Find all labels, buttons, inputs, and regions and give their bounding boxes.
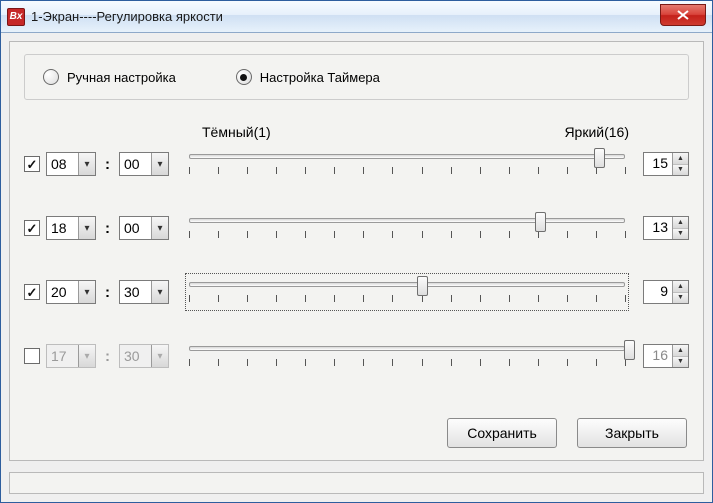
brightness-value: 9 xyxy=(644,281,672,303)
chevron-down-icon[interactable] xyxy=(151,217,168,239)
brightness-value: 15 xyxy=(644,153,672,175)
schedule-row: 20:30 9▲▼ xyxy=(24,272,689,312)
spinner-up[interactable]: ▲ xyxy=(673,281,688,293)
brightness-slider[interactable] xyxy=(185,337,629,375)
radio-icon xyxy=(43,69,59,85)
schedule-rows: 08:0015▲▼18:0013▲▼20:309▲▼17:3016▲▼ xyxy=(24,144,689,376)
minute-select[interactable]: 30 xyxy=(119,280,169,304)
radio-manual[interactable]: Ручная настройка xyxy=(43,69,176,85)
hour-select[interactable]: 08 xyxy=(46,152,96,176)
schedule-row: 18:00 13▲▼ xyxy=(24,208,689,248)
dark-label: Тёмный(1) xyxy=(202,124,271,140)
schedule-row: 08:00 15▲▼ xyxy=(24,144,689,184)
brightness-spinner[interactable]: 15▲▼ xyxy=(643,152,689,176)
client-area: Ручная настройка Настройка Таймера Тёмны… xyxy=(1,33,712,502)
slider-track xyxy=(189,282,625,287)
slider-ticks xyxy=(189,295,625,303)
hour-select[interactable]: 17 xyxy=(46,344,96,368)
close-button-label: Закрыть xyxy=(605,425,659,441)
combo-value: 20 xyxy=(47,284,78,300)
window-title: 1-Экран----Регулировка яркости xyxy=(31,9,223,24)
slider-ticks xyxy=(189,231,625,239)
enable-checkbox[interactable] xyxy=(24,348,40,364)
brightness-value: 16 xyxy=(644,345,672,367)
time-colon: : xyxy=(102,220,113,237)
time-colon: : xyxy=(102,348,113,365)
brightness-spinner[interactable]: 13▲▼ xyxy=(643,216,689,240)
app-icon: Bx xyxy=(7,8,25,26)
save-button-label: Сохранить xyxy=(467,425,537,441)
spinner-down[interactable]: ▼ xyxy=(673,293,688,304)
enable-checkbox[interactable] xyxy=(24,220,40,236)
mode-group: Ручная настройка Настройка Таймера xyxy=(24,54,689,100)
brightness-spinner[interactable]: 16▲▼ xyxy=(643,344,689,368)
enable-checkbox[interactable] xyxy=(24,156,40,172)
brightness-value: 13 xyxy=(644,217,672,239)
save-button[interactable]: Сохранить xyxy=(447,418,557,448)
spinner-down[interactable]: ▼ xyxy=(673,229,688,240)
minute-select[interactable]: 00 xyxy=(119,216,169,240)
spinner-up[interactable]: ▲ xyxy=(673,217,688,229)
titlebar[interactable]: Bx 1-Экран----Регулировка яркости xyxy=(1,1,712,33)
chevron-down-icon[interactable] xyxy=(78,217,95,239)
slider-track xyxy=(189,346,625,351)
bright-label: Яркий(16) xyxy=(564,124,629,140)
main-frame: Ручная настройка Настройка Таймера Тёмны… xyxy=(9,41,704,461)
time-colon: : xyxy=(102,284,113,301)
brightness-slider[interactable] xyxy=(185,273,629,311)
combo-value: 17 xyxy=(47,348,78,364)
spinner-down[interactable]: ▼ xyxy=(673,357,688,368)
slider-track xyxy=(189,218,625,223)
combo-value: 00 xyxy=(120,220,151,236)
spinner-down[interactable]: ▼ xyxy=(673,165,688,176)
spinner-up[interactable]: ▲ xyxy=(673,153,688,165)
close-icon[interactable] xyxy=(660,4,706,26)
spinner-up[interactable]: ▲ xyxy=(673,345,688,357)
slider-labels: Тёмный(1) Яркий(16) xyxy=(202,124,629,140)
brightness-slider[interactable] xyxy=(185,145,629,183)
enable-checkbox[interactable] xyxy=(24,284,40,300)
radio-icon xyxy=(236,69,252,85)
schedule-row: 17:30 16▲▼ xyxy=(24,336,689,376)
window: Bx 1-Экран----Регулировка яркости Ручная… xyxy=(0,0,713,503)
radio-timer-label: Настройка Таймера xyxy=(260,70,380,85)
chevron-down-icon[interactable] xyxy=(78,153,95,175)
chevron-down-icon[interactable] xyxy=(151,153,168,175)
slider-thumb[interactable] xyxy=(535,212,546,232)
combo-value: 30 xyxy=(120,348,151,364)
chevron-down-icon[interactable] xyxy=(151,345,168,367)
slider-thumb[interactable] xyxy=(594,148,605,168)
minute-select[interactable]: 30 xyxy=(119,344,169,368)
slider-track xyxy=(189,154,625,159)
brightness-spinner[interactable]: 9▲▼ xyxy=(643,280,689,304)
hour-select[interactable]: 20 xyxy=(46,280,96,304)
combo-value: 00 xyxy=(120,156,151,172)
hour-select[interactable]: 18 xyxy=(46,216,96,240)
button-row: Сохранить Закрыть xyxy=(447,418,687,448)
close-button[interactable]: Закрыть xyxy=(577,418,687,448)
slider-thumb[interactable] xyxy=(624,340,635,360)
slider-ticks xyxy=(189,167,625,175)
minute-select[interactable]: 00 xyxy=(119,152,169,176)
slider-thumb[interactable] xyxy=(417,276,428,296)
chevron-down-icon[interactable] xyxy=(78,345,95,367)
radio-manual-label: Ручная настройка xyxy=(67,70,176,85)
status-bar xyxy=(9,472,704,494)
slider-ticks xyxy=(189,359,625,367)
time-colon: : xyxy=(102,156,113,173)
radio-timer[interactable]: Настройка Таймера xyxy=(236,69,380,85)
combo-value: 18 xyxy=(47,220,78,236)
chevron-down-icon[interactable] xyxy=(78,281,95,303)
brightness-slider[interactable] xyxy=(185,209,629,247)
chevron-down-icon[interactable] xyxy=(151,281,168,303)
combo-value: 30 xyxy=(120,284,151,300)
combo-value: 08 xyxy=(47,156,78,172)
